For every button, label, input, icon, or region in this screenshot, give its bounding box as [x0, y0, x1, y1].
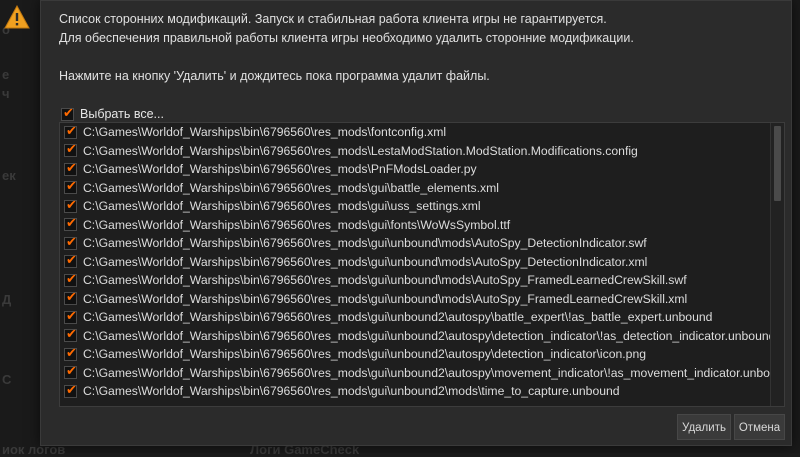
- file-row[interactable]: ✔ C:\Games\Worldof_Warships\bin\6796560\r…: [60, 364, 770, 383]
- file-path: C:\Games\Worldof_Warships\bin\6796560\re…: [83, 384, 620, 399]
- file-row[interactable]: ✔ C:\Games\Worldof_Warships\bin\6796560\r…: [60, 123, 770, 142]
- file-path: C:\Games\Worldof_Warships\bin\6796560\re…: [83, 365, 770, 380]
- checkbox[interactable]: ✔: [61, 104, 74, 121]
- file-row[interactable]: ✔ C:\Games\Worldof_Warships\bin\6796560\r…: [60, 345, 770, 364]
- checkmark-icon: ✔: [66, 178, 77, 194]
- checkmark-icon: ✔: [66, 252, 77, 268]
- checkbox[interactable]: ✔: [64, 252, 77, 269]
- file-path: C:\Games\Worldof_Warships\bin\6796560\re…: [83, 291, 688, 306]
- file-path: C:\Games\Worldof_Warships\bin\6796560\re…: [83, 310, 713, 325]
- file-row[interactable]: ✔ C:\Games\Worldof_Warships\bin\6796560\r…: [60, 234, 770, 253]
- checkbox[interactable]: ✔: [64, 326, 77, 343]
- checkbox[interactable]: ✔: [64, 160, 77, 176]
- delete-button[interactable]: Удалить: [677, 414, 731, 440]
- remove-mods-dialog: Список сторонних модификаций. Запуск и с…: [4, 0, 792, 446]
- file-rows: ✔ C:\Games\Worldof_Warships\bin\6796560\r…: [60, 123, 770, 401]
- file-row[interactable]: ✔ C:\Games\Worldof_Warships\bin\6796560\r…: [60, 160, 770, 179]
- checkmark-icon: ✔: [66, 197, 77, 212]
- warning-triangle-icon: [4, 5, 30, 29]
- checkmark-icon: ✔: [63, 104, 74, 120]
- background-fragment: Д: [2, 292, 12, 307]
- file-row[interactable]: ✔ C:\Games\Worldof_Warships\bin\6796560\r…: [60, 142, 770, 161]
- file-path: C:\Games\Worldof_Warships\bin\6796560\re…: [83, 180, 499, 195]
- file-row[interactable]: ✔ C:\Games\Worldof_Warships\bin\6796560\r…: [60, 290, 770, 309]
- list-scrollbar[interactable]: [770, 123, 784, 406]
- message-line: Нажмите на кнопку 'Удалить' и дождитесь …: [59, 69, 490, 83]
- file-path: C:\Games\Worldof_Warships\bin\6796560\re…: [83, 254, 648, 269]
- checkmark-icon: ✔: [66, 289, 77, 305]
- checkbox[interactable]: ✔: [64, 363, 77, 380]
- background-fragment: С: [2, 372, 12, 387]
- file-row[interactable]: ✔ C:\Games\Worldof_Warships\bin\6796560\r…: [60, 179, 770, 198]
- file-path: C:\Games\Worldof_Warships\bin\6796560\re…: [83, 143, 638, 158]
- file-row[interactable]: ✔ C:\Games\Worldof_Warships\bin\6796560\r…: [60, 327, 770, 346]
- file-path: C:\Games\Worldof_Warships\bin\6796560\re…: [83, 125, 447, 140]
- checkmark-icon: ✔: [66, 382, 77, 397]
- background-fragment: ч: [2, 86, 10, 101]
- file-path: C:\Games\Worldof_Warships\bin\6796560\re…: [83, 217, 511, 232]
- dialog-message: Список сторонних модификаций. Запуск и с…: [59, 10, 779, 86]
- file-path: C:\Games\Worldof_Warships\bin\6796560\re…: [83, 347, 646, 362]
- checkmark-icon: ✔: [66, 123, 77, 138]
- checkmark-icon: ✔: [66, 363, 77, 379]
- file-row[interactable]: ✔ C:\Games\Worldof_Warships\bin\6796560\r…: [60, 382, 770, 401]
- file-path: C:\Games\Worldof_Warships\bin\6796560\re…: [83, 273, 687, 288]
- file-path: C:\Games\Worldof_Warships\bin\6796560\re…: [83, 162, 477, 177]
- checkmark-icon: ✔: [66, 326, 77, 342]
- checkbox[interactable]: ✔: [64, 345, 77, 361]
- checkbox[interactable]: ✔: [64, 141, 77, 158]
- select-all-checkbox[interactable]: ✔ Выбрать все...: [61, 104, 164, 124]
- checkbox[interactable]: ✔: [64, 308, 77, 324]
- checkbox[interactable]: ✔: [64, 382, 77, 398]
- cancel-button[interactable]: Отмена: [734, 414, 785, 440]
- file-path: C:\Games\Worldof_Warships\bin\6796560\re…: [83, 328, 770, 343]
- file-path: C:\Games\Worldof_Warships\bin\6796560\re…: [83, 236, 647, 251]
- checkmark-icon: ✔: [66, 234, 77, 249]
- message-line: Для обеспечения правильной работы клиент…: [59, 31, 634, 45]
- checkbox[interactable]: ✔: [64, 289, 77, 306]
- select-all-label: Выбрать все...: [80, 107, 164, 121]
- scrollbar-thumb[interactable]: [774, 126, 781, 201]
- checkmark-icon: ✔: [66, 308, 77, 323]
- file-row[interactable]: ✔ C:\Games\Worldof_Warships\bin\6796560\r…: [60, 216, 770, 235]
- checkbox[interactable]: ✔: [64, 197, 77, 213]
- checkbox[interactable]: ✔: [64, 215, 77, 232]
- checkbox[interactable]: ✔: [64, 271, 77, 287]
- checkmark-icon: ✔: [66, 215, 77, 231]
- file-row[interactable]: ✔ C:\Games\Worldof_Warships\bin\6796560\r…: [60, 271, 770, 290]
- file-path: C:\Games\Worldof_Warships\bin\6796560\re…: [83, 199, 481, 214]
- background-fragment: ек: [2, 168, 16, 183]
- file-row[interactable]: ✔ C:\Games\Worldof_Warships\bin\6796560\r…: [60, 253, 770, 272]
- checkmark-icon: ✔: [66, 160, 77, 175]
- background-fragment: е: [2, 67, 10, 82]
- checkbox[interactable]: ✔: [64, 234, 77, 250]
- checkmark-icon: ✔: [66, 345, 77, 360]
- checkmark-icon: ✔: [66, 271, 77, 286]
- checkbox[interactable]: ✔: [64, 123, 77, 139]
- file-row[interactable]: ✔ C:\Games\Worldof_Warships\bin\6796560\r…: [60, 308, 770, 327]
- checkmark-icon: ✔: [66, 141, 77, 157]
- mod-files-list[interactable]: ✔ C:\Games\Worldof_Warships\bin\6796560\r…: [59, 122, 785, 407]
- checkbox[interactable]: ✔: [64, 178, 77, 195]
- message-line: Список сторонних модификаций. Запуск и с…: [59, 12, 607, 26]
- file-row[interactable]: ✔ C:\Games\Worldof_Warships\bin\6796560\r…: [60, 197, 770, 216]
